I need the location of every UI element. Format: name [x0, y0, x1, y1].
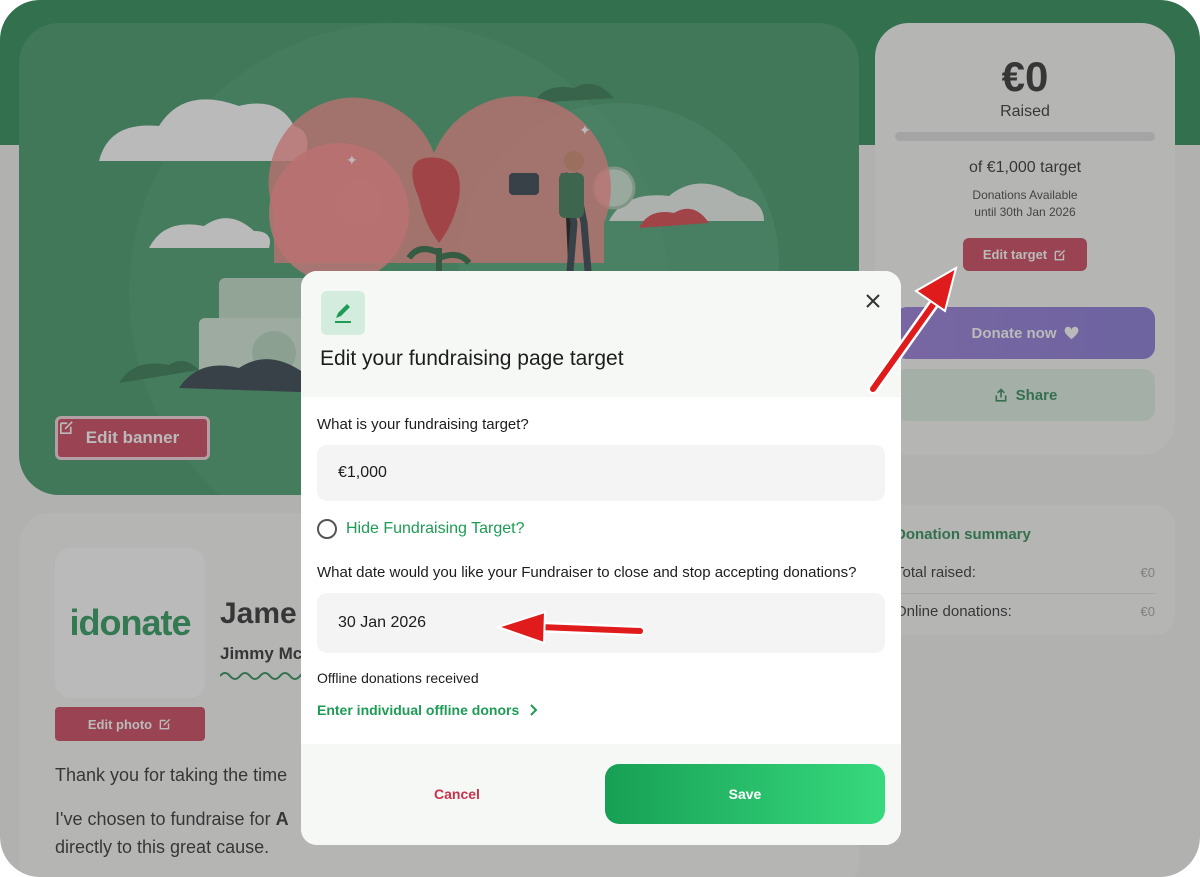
close-icon[interactable]: [861, 289, 885, 313]
hide-target-label[interactable]: Hide Fundraising Target?: [346, 520, 524, 538]
close-date-input[interactable]: 30 Jan 2026: [317, 593, 885, 653]
target-amount-input[interactable]: €1,000: [317, 445, 885, 501]
offline-donors-link-text: Enter individual offline donors: [317, 702, 520, 718]
offline-donations-label: Offline donations received: [317, 670, 479, 686]
hide-target-option[interactable]: Hide Fundraising Target?: [317, 519, 524, 539]
target-question-label: What is your fundraising target?: [317, 416, 529, 433]
edit-target-modal: Edit your fundraising page target What i…: [301, 271, 901, 845]
pencil-icon: [321, 291, 365, 335]
chevron-right-icon: [530, 704, 538, 716]
hide-target-checkbox[interactable]: [317, 519, 337, 539]
modal-header: [301, 271, 901, 397]
target-amount-value: €1,000: [338, 464, 387, 481]
save-button[interactable]: Save: [605, 764, 885, 824]
close-date-value: 30 Jan 2026: [338, 614, 427, 631]
cancel-button[interactable]: Cancel: [317, 764, 597, 824]
modal-title: Edit your fundraising page target: [320, 347, 624, 370]
offline-donors-link[interactable]: Enter individual offline donors: [317, 702, 538, 718]
date-question-label: What date would you like your Fundraiser…: [317, 564, 857, 581]
